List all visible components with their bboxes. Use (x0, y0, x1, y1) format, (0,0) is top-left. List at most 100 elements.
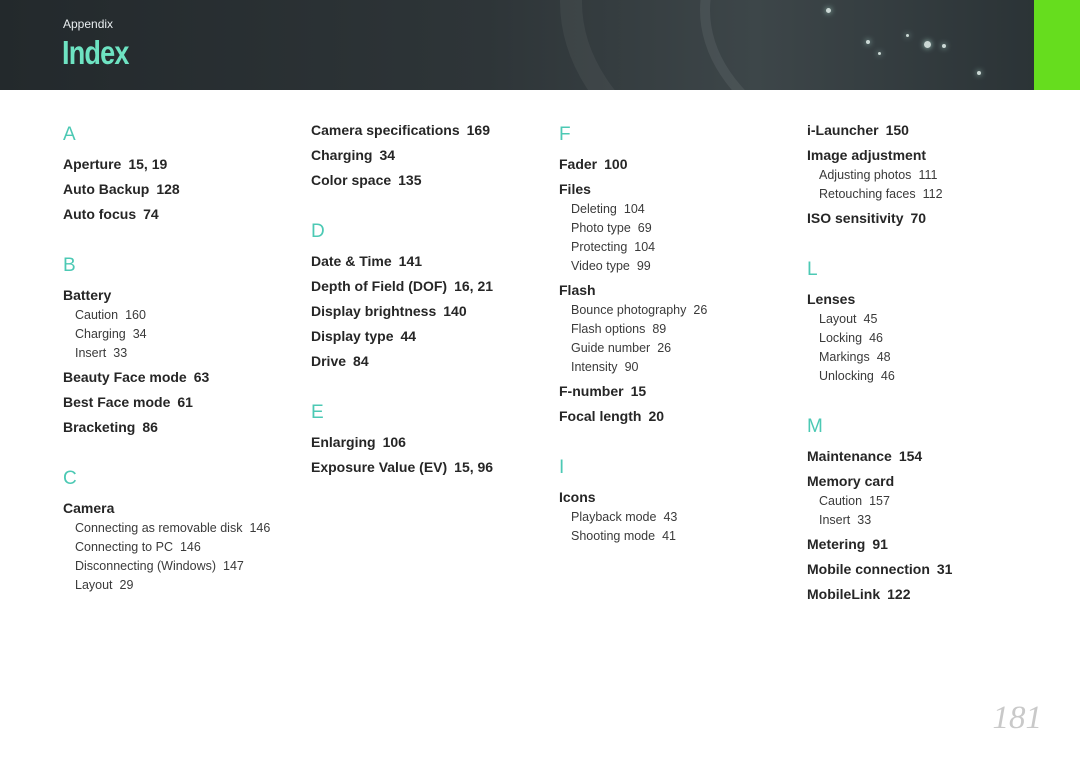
page-title: Index (62, 34, 129, 71)
index-column-3: F Fader 100 Files Deleting 104 Photo type 69 Pro… (559, 118, 707, 548)
index-subentry-pages[interactable]: 89 (652, 322, 666, 336)
index-entry-pages[interactable]: 100 (604, 156, 627, 172)
index-entry-label: Files (559, 181, 591, 197)
index-subentry: Connecting to PC 146 (75, 538, 270, 557)
index-column-1: A Aperture 15, 19 Auto Backup 128 Auto focus 7… (63, 118, 270, 597)
index-subentry: Insert 33 (819, 511, 952, 530)
index-entry-label: Image adjustment (807, 147, 927, 163)
index-subentry-pages[interactable]: 104 (634, 240, 655, 254)
index-subentry-pages[interactable]: 26 (657, 341, 671, 355)
index-entry-pages[interactable]: 20 (648, 408, 664, 424)
index-entry-pages[interactable]: 86 (142, 419, 158, 435)
index-entry-pages[interactable]: 44 (400, 328, 416, 344)
index-letter-group: F Fader 100 Files Deleting 104 Photo type 69 Pro… (559, 118, 707, 429)
index-entry: Battery (63, 283, 270, 308)
index-entry-label: i-Launcher (807, 122, 879, 138)
index-subentry: Flash options 89 (571, 320, 707, 339)
index-subentry-label: Playback mode (571, 510, 657, 524)
index-subentry-pages[interactable]: 46 (869, 331, 883, 345)
index-subentry: Retouching faces 112 (819, 185, 952, 204)
index-subentry-list: Playback mode 43 Shooting mode 41 (559, 508, 707, 546)
index-entry-pages[interactable]: 15 (631, 383, 647, 399)
index-entry-pages[interactable]: 61 (177, 394, 193, 410)
index-subentry: Deleting 104 (571, 200, 707, 219)
index-subentry-list: Caution 157 Insert 33 (807, 492, 952, 530)
index-subentry-label: Caution (819, 494, 863, 508)
index-subentry-pages[interactable]: 48 (877, 350, 891, 364)
index-entry: Focal length 20 (559, 404, 707, 429)
index-entry-label: Camera (63, 500, 115, 516)
index-subentry-pages[interactable]: 160 (125, 308, 146, 322)
index-subentry-list: Caution 160 Charging 34 Insert 33 (63, 306, 270, 363)
index-subentry-pages[interactable]: 46 (881, 369, 895, 383)
index-subentry-pages[interactable]: 90 (625, 360, 639, 374)
index-subentry-pages[interactable]: 33 (857, 513, 871, 527)
index-subentry-pages[interactable]: 45 (864, 312, 878, 326)
index-subentry-label: Shooting mode (571, 529, 656, 543)
index-subentry-pages[interactable]: 99 (637, 259, 651, 273)
index-subentry: Protecting 104 (571, 238, 707, 257)
index-entry-pages[interactable]: 128 (156, 181, 179, 197)
index-subentry-list: Connecting as removable disk 146 Connectin… (63, 519, 270, 595)
index-entry-pages[interactable]: 15, 19 (128, 156, 167, 172)
index-entry-pages[interactable]: 150 (886, 122, 909, 138)
index-subentry-pages[interactable]: 157 (869, 494, 890, 508)
index-letter-group: L Lenses Layout 45 Locking 46 Markings 48 Unlock… (807, 231, 952, 386)
index-entry-label: Fader (559, 156, 598, 172)
index-subentry-pages[interactable]: 26 (693, 303, 707, 317)
index-entry: Camera (63, 496, 270, 521)
index-subentry-label: Disconnecting (Windows) (75, 559, 217, 573)
index-entry: Best Face mode 61 (63, 390, 270, 415)
index-entry-pages[interactable]: 122 (887, 586, 910, 602)
index-subentry-pages[interactable]: 41 (662, 529, 676, 543)
index-subentry: Guide number 26 (571, 339, 707, 358)
index-subentry-pages[interactable]: 147 (223, 559, 244, 573)
index-subentry: Connecting as removable disk 146 (75, 519, 270, 538)
index-entry-label: Charging (311, 147, 373, 163)
index-entry-pages[interactable]: 63 (194, 369, 210, 385)
index-entry-label: Focal length (559, 408, 642, 424)
index-entry-pages[interactable]: 84 (353, 353, 369, 369)
index-entry-label: Icons (559, 489, 596, 505)
index-entry-label: Mobile connection (807, 561, 930, 577)
index-subentry-pages[interactable]: 111 (918, 168, 937, 182)
index-entry-pages[interactable]: 74 (143, 206, 159, 222)
index-entry: Flash (559, 278, 707, 303)
index-entry-pages[interactable]: 135 (398, 172, 421, 188)
index-subentry: Shooting mode 41 (571, 527, 707, 546)
index-entry-pages[interactable]: 140 (443, 303, 466, 319)
index-subentry-pages[interactable]: 104 (624, 202, 645, 216)
index-subentry-pages[interactable]: 146 (249, 521, 270, 535)
index-subentry-label: Photo type (571, 221, 631, 235)
index-entry-pages[interactable]: 70 (910, 210, 926, 226)
index-subentry: Adjusting photos 111 (819, 166, 952, 185)
index-subentry-label: Flash options (571, 322, 646, 336)
section-tab (1034, 0, 1080, 90)
index-subentry-pages[interactable]: 69 (638, 221, 652, 235)
index-entry: Beauty Face mode 63 (63, 365, 270, 390)
index-entry-pages[interactable]: 16, 21 (454, 278, 493, 294)
index-entry-label: Maintenance (807, 448, 892, 464)
index-subentry-pages[interactable]: 146 (180, 540, 201, 554)
index-subentry-label: Insert (819, 513, 851, 527)
index-entry-pages[interactable]: 91 (872, 536, 888, 552)
index-letter-group: M Maintenance 154 Memory card Caution 157 Inse… (807, 388, 952, 607)
index-subentry-label: Charging (75, 327, 126, 341)
index-subentry-label: Connecting to PC (75, 540, 173, 554)
index-entry-pages[interactable]: 169 (467, 122, 490, 138)
index-subentry-pages[interactable]: 43 (663, 510, 677, 524)
sparkle-icon (866, 40, 870, 44)
index-entry-label: Auto Backup (63, 181, 150, 197)
index-subentry: Markings 48 (819, 348, 952, 367)
index-subentry-pages[interactable]: 29 (120, 578, 134, 592)
index-entry-pages[interactable]: 31 (937, 561, 953, 577)
index-subentry-pages[interactable]: 112 (923, 187, 943, 201)
index-subentry-pages[interactable]: 34 (133, 327, 147, 341)
index-subentry-pages[interactable]: 33 (113, 346, 127, 360)
index-subentry-label: Adjusting photos (819, 168, 912, 182)
index-entry-pages[interactable]: 154 (899, 448, 922, 464)
index-entry-pages[interactable]: 15, 96 (454, 459, 493, 475)
index-entry-pages[interactable]: 106 (383, 434, 406, 450)
index-entry-pages[interactable]: 34 (379, 147, 395, 163)
index-entry-pages[interactable]: 141 (399, 253, 422, 269)
